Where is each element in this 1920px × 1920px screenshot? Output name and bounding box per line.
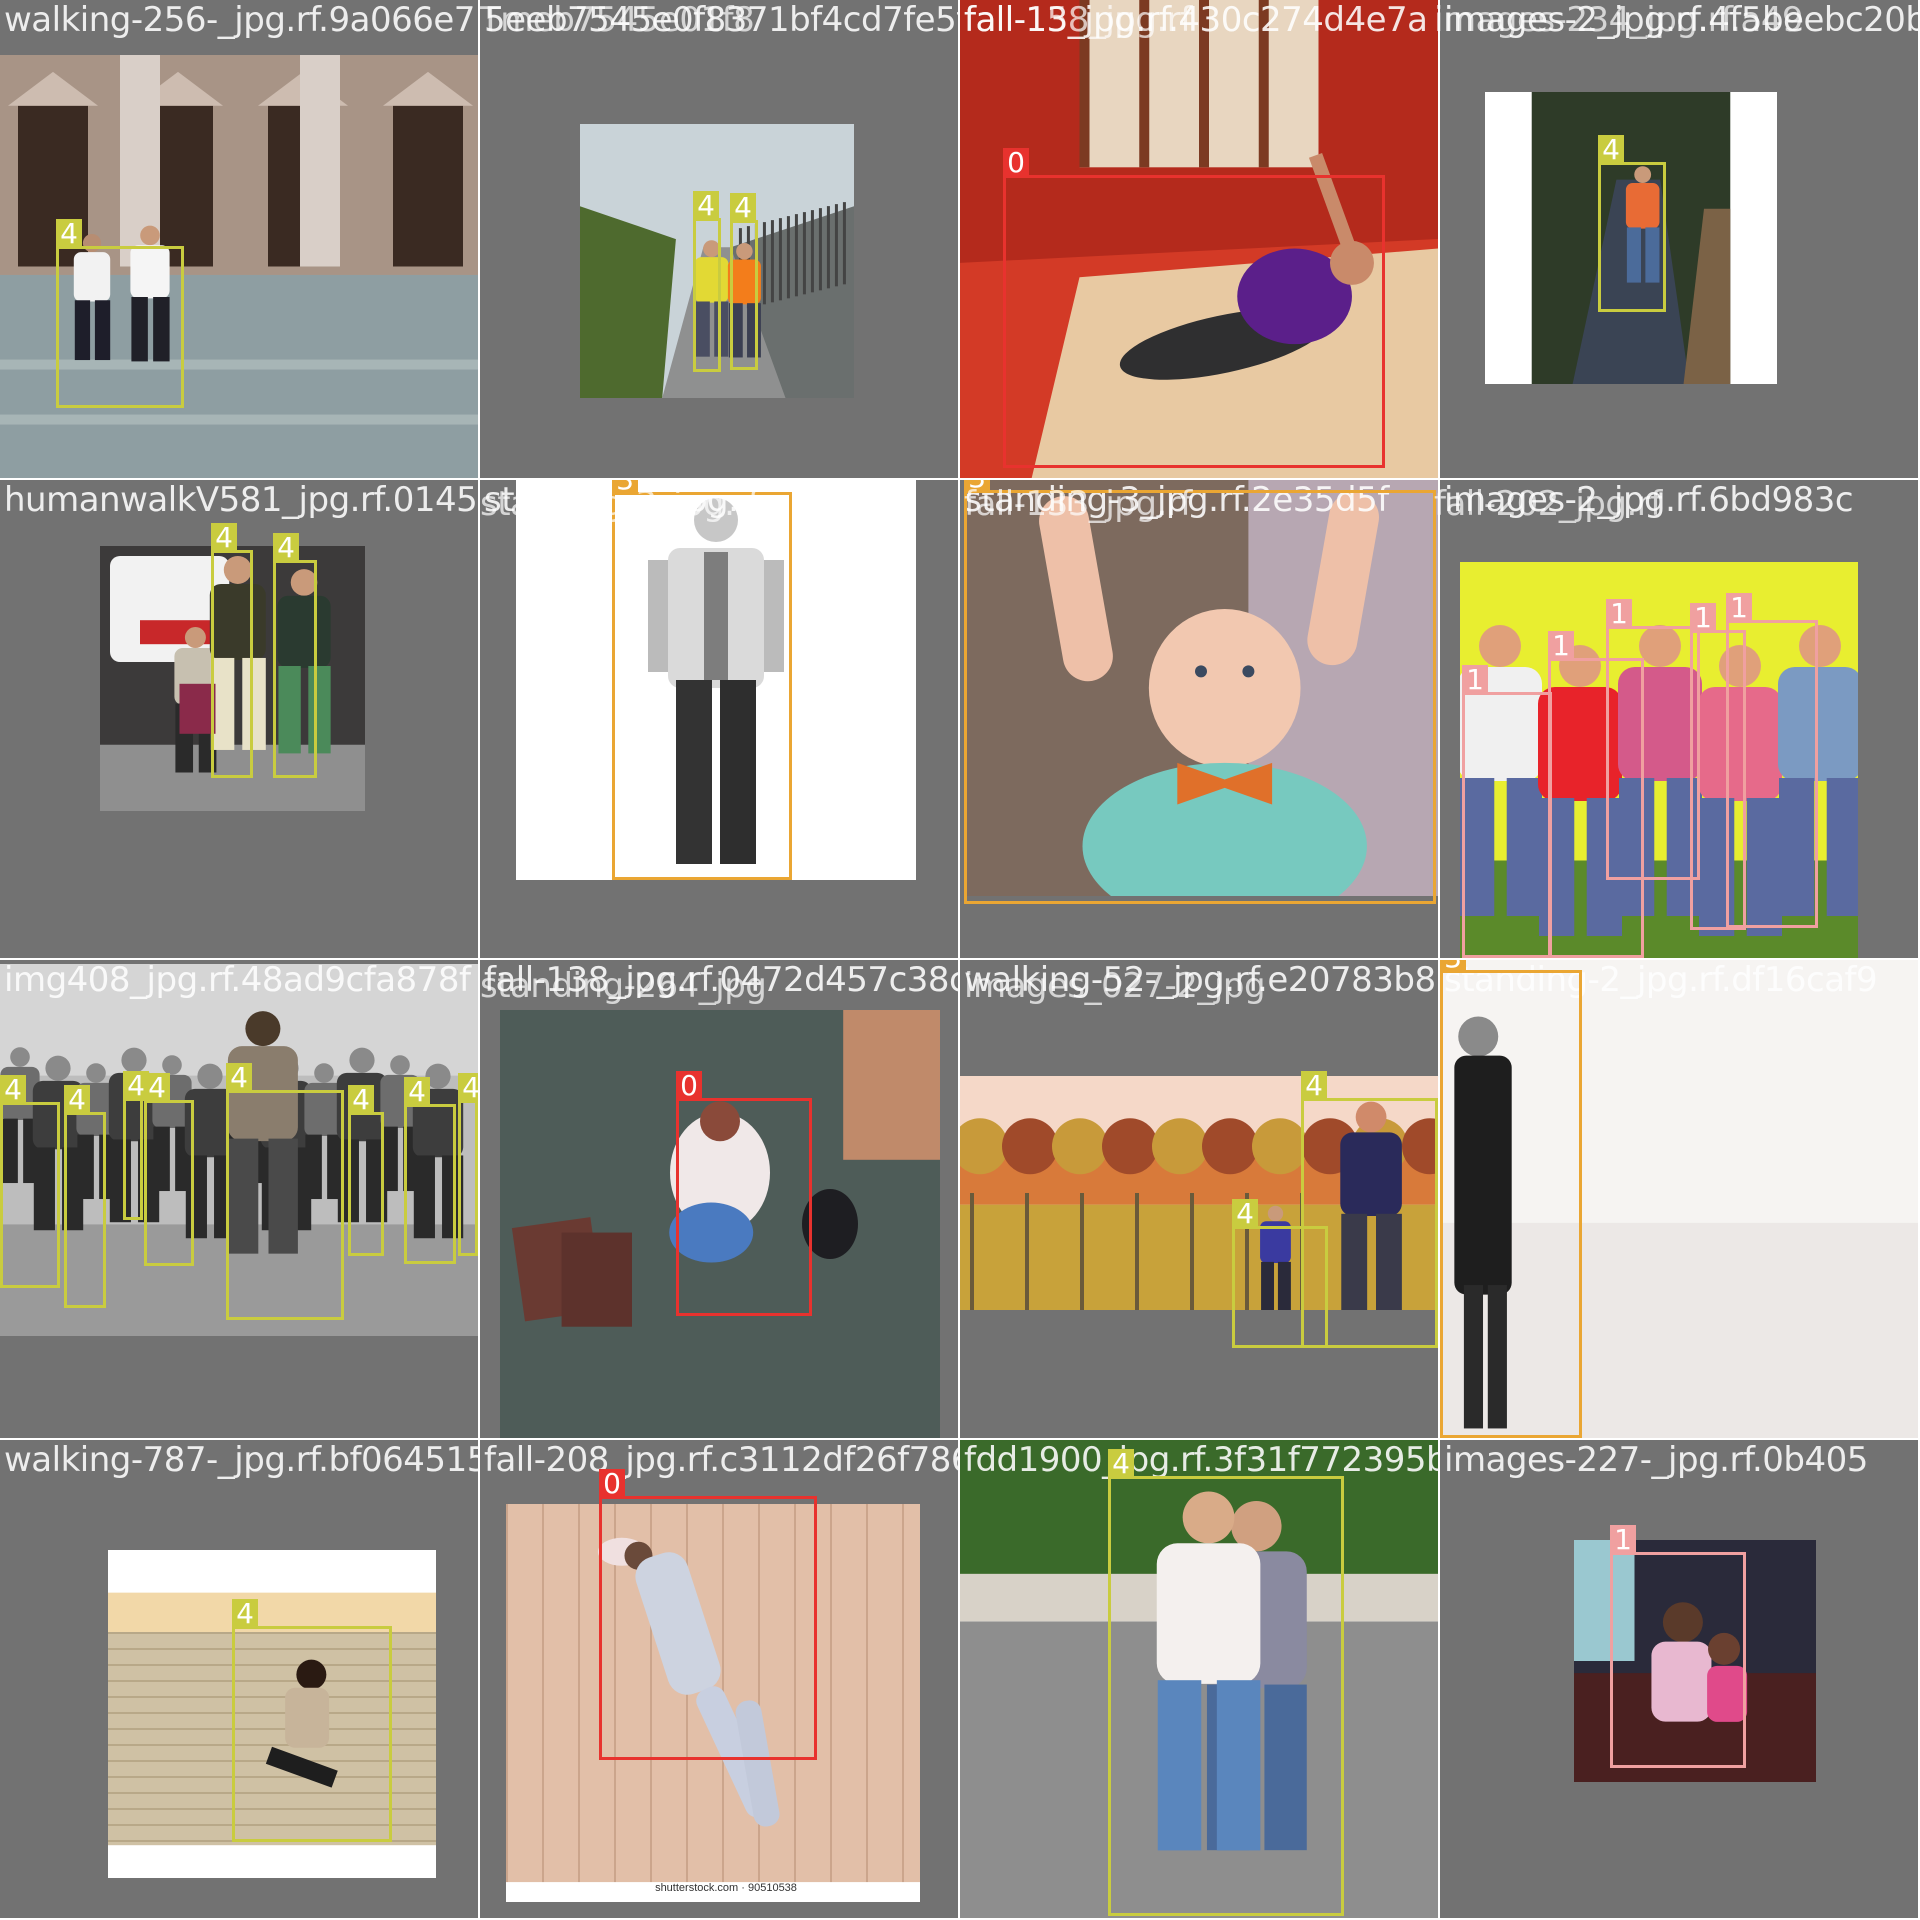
tile-filename: fall-138_jpg.rf.0472d457c38c bbox=[484, 960, 958, 1000]
class-label: 4 bbox=[226, 1063, 252, 1093]
bounding-box[interactable]: 3 bbox=[1440, 960, 1582, 1438]
mosaic-tile[interactable]: fall-13_jpg.rf.430c274d4e7a 0 bbox=[960, 0, 1438, 478]
tile-divider bbox=[0, 1438, 1920, 1440]
mosaic-tile[interactable]: humanwalkV581_jpg.rf.014520f944 bbox=[0, 480, 478, 958]
class-label: 0 bbox=[676, 1071, 702, 1101]
mosaic-tile[interactable]: walking-256-_jpg.rf.9a066e7 4 bbox=[0, 0, 478, 478]
class-label: 4 bbox=[0, 1075, 26, 1105]
bounding-box[interactable]: 4 bbox=[273, 533, 317, 778]
bounding-box[interactable]: 4 bbox=[1108, 1449, 1344, 1916]
bounding-box[interactable]: 4 bbox=[348, 1085, 384, 1256]
bounding-box[interactable]: 4 bbox=[144, 1073, 194, 1266]
mosaic-tile[interactable]: 5eeb7545e0f8371bf4cd7fe5f 4 4 bbox=[480, 0, 958, 478]
tile-divider bbox=[1438, 0, 1440, 1920]
bounding-box[interactable]: 4 bbox=[226, 1063, 344, 1320]
bounding-box[interactable]: 4 bbox=[64, 1085, 106, 1308]
class-label: 1 bbox=[1548, 631, 1574, 661]
class-label: 4 bbox=[64, 1085, 90, 1115]
class-label: 4 bbox=[1301, 1071, 1327, 1101]
tile-filename: 5eeb7545e0f8371bf4cd7fe5f bbox=[484, 0, 958, 40]
class-label: 4 bbox=[144, 1073, 170, 1103]
mosaic-tile[interactable]: standing-2_jpg.rf.cbe9c3e3 bbox=[480, 480, 958, 958]
bounding-box[interactable]: 0 bbox=[599, 1469, 817, 1760]
tile-filename: walking-52-_jpg.rf.e20783b83 bbox=[964, 960, 1438, 1000]
bounding-box[interactable]: 4 bbox=[232, 1599, 392, 1842]
tile-divider bbox=[0, 958, 1920, 960]
mosaic-tile[interactable]: fall-138_jpg.rf.0472d457c38c 0 bbox=[480, 960, 958, 1438]
bounding-box[interactable]: 4 bbox=[458, 1073, 478, 1256]
bounding-box[interactable]: 4 bbox=[123, 1071, 149, 1220]
mosaic-tile[interactable]: standing-2_jpg.rf.df16caf93 bbox=[1440, 960, 1918, 1438]
bounding-box[interactable]: 1 bbox=[1606, 599, 1700, 880]
class-label: 1 bbox=[1690, 603, 1716, 633]
mosaic-tile[interactable]: walking-787-_jpg.rf.bf064515 4 bbox=[0, 1440, 478, 1918]
class-label: 4 bbox=[56, 219, 82, 249]
tile-filename: walking-256-_jpg.rf.9a066e7 bbox=[4, 0, 475, 40]
class-label: 4 bbox=[693, 191, 719, 221]
bounding-box[interactable]: 1 bbox=[1462, 665, 1552, 958]
class-label: 0 bbox=[599, 1469, 625, 1499]
bounding-box[interactable]: 4 bbox=[56, 219, 184, 408]
class-label: 3 bbox=[1440, 960, 1466, 973]
tile-filename: humanwalkV581_jpg.rf.014520f9 bbox=[4, 480, 478, 520]
watermark-text: shutterstock.com · 90510538 bbox=[655, 1882, 797, 1894]
class-label: 4 bbox=[211, 523, 237, 553]
class-label: 3 bbox=[964, 480, 990, 493]
class-label: 1 bbox=[1462, 665, 1488, 695]
bounding-box[interactable]: 4 bbox=[211, 523, 253, 778]
mosaic-tile[interactable]: img408_jpg.rf.48ad9cfa878f 4 4 4 4 4 4 4 4 bbox=[0, 960, 478, 1438]
bounding-box[interactable]: 1 bbox=[1610, 1525, 1746, 1768]
class-label: 4 bbox=[404, 1077, 430, 1107]
class-label: 4 bbox=[1108, 1449, 1134, 1479]
class-label: 1 bbox=[1606, 599, 1632, 629]
class-label: 3 bbox=[612, 480, 638, 495]
class-label: 1 bbox=[1610, 1525, 1636, 1555]
tile-divider bbox=[958, 0, 960, 1920]
bounding-box[interactable]: 0 bbox=[1003, 148, 1385, 468]
class-label: 1 bbox=[1726, 593, 1752, 623]
tile-divider bbox=[0, 478, 1920, 480]
tile-filename: images-227-_jpg.rf.0b405 bbox=[1444, 1440, 1868, 1480]
mosaic-tile[interactable]: images-227-_jpg.rf.0b405 1 bbox=[1440, 1440, 1918, 1918]
tile-filename: images-2_jpg.rf.6bd983c bbox=[1444, 480, 1854, 520]
bounding-box[interactable]: 3 bbox=[612, 480, 792, 880]
class-label: 4 bbox=[730, 193, 756, 223]
class-label: 4 bbox=[1232, 1199, 1258, 1229]
class-label: 4 bbox=[232, 1599, 258, 1629]
bounding-box[interactable]: 4 bbox=[730, 193, 758, 370]
bounding-box[interactable]: 1 bbox=[1726, 593, 1818, 928]
bounding-box[interactable]: 4 bbox=[1232, 1199, 1328, 1348]
bounding-box[interactable]: 4 bbox=[404, 1077, 456, 1264]
bounding-box[interactable]: 4 bbox=[693, 191, 721, 372]
class-label: 4 bbox=[1598, 135, 1624, 165]
bounding-box[interactable]: 0 bbox=[676, 1071, 812, 1316]
mosaic-tile[interactable]: standing-3_jpg.rf.2e35d5f3 bbox=[960, 480, 1438, 958]
mosaic-tile[interactable]: shutterstock.com · 90510538 fall-208_jpg.… bbox=[480, 1440, 958, 1918]
class-label: 4 bbox=[273, 533, 299, 563]
bounding-box[interactable]: 3 bbox=[964, 480, 1436, 904]
mosaic-tile[interactable]: fdd1900_jpg.rf.3f31f772395b 4 bbox=[960, 1440, 1438, 1918]
bounding-box[interactable]: 4 bbox=[0, 1075, 60, 1288]
class-label: 4 bbox=[348, 1085, 374, 1115]
mosaic-tile[interactable]: images-2_jpg.rf.6bd983c 1 1 1 1 1 bbox=[1440, 480, 1918, 958]
class-label: 0 bbox=[1003, 148, 1029, 178]
class-label: 4 bbox=[458, 1073, 478, 1103]
tile-divider bbox=[478, 0, 480, 1920]
tile-filename: walking-787-_jpg.rf.bf064515 bbox=[4, 1440, 478, 1480]
tile-filename: images-2_jpg.rf.4f5beebc20bb bbox=[1444, 0, 1918, 40]
tile-filename: fall-208_jpg.rf.c3112df26f786 bbox=[484, 1440, 958, 1480]
bounding-box[interactable]: 4 bbox=[1598, 135, 1666, 312]
mosaic-tile[interactable]: walking-52-_jpg.rf.e20783b83 4 4 bbox=[960, 960, 1438, 1438]
mosaic-grid: walking-256-_jpg.rf.9a066e7 4 5eeb7545e0f… bbox=[0, 0, 1920, 1920]
mosaic-tile[interactable]: images-2_jpg.rf.4f5beebc20bb 4 bbox=[1440, 0, 1918, 478]
